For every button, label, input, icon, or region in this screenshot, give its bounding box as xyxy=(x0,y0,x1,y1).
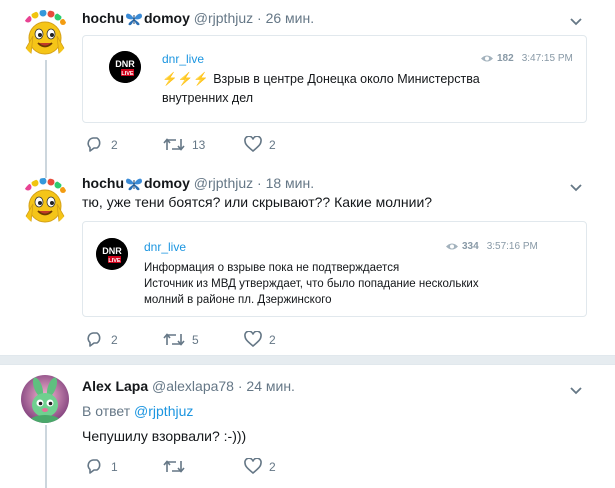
separator-dot: · xyxy=(237,378,243,394)
separator-dot: · xyxy=(257,175,262,191)
chevron-down-icon[interactable] xyxy=(569,383,583,395)
like-icon xyxy=(244,136,262,153)
retweet-icon xyxy=(163,138,185,151)
quote-author-name[interactable]: dnr_live xyxy=(144,240,186,254)
emoji-avatar xyxy=(21,178,69,226)
butterfly-icon xyxy=(126,13,142,26)
eye-icon xyxy=(481,55,493,62)
quoted-tweet[interactable]: DNR LIVE dnr_live 334 3:57:16 PM Информац… xyxy=(82,221,587,317)
display-name[interactable]: Alex Lapa xyxy=(82,378,148,394)
reply-count: 2 xyxy=(111,333,118,347)
dnr-live-logo: DNR LIVE xyxy=(96,238,128,270)
tweet-1[interactable]: hochu domoy @rjpthjuz · 26 мин. DNR LIVE … xyxy=(0,0,615,170)
chevron-down-icon[interactable] xyxy=(569,180,583,192)
tweet-text: тю, уже тени боятся? или скрывают?? Каки… xyxy=(82,194,433,210)
like-count: 2 xyxy=(269,460,276,474)
like-count: 2 xyxy=(269,138,276,152)
view-count: 334 xyxy=(462,241,479,252)
quoted-tweet[interactable]: DNR LIVE dnr_live 182 3:47:15 PM ⚡⚡⚡ Взры… xyxy=(82,35,587,123)
thread-line xyxy=(45,425,47,488)
reply-count: 2 xyxy=(111,138,118,152)
retweet-button[interactable]: 13 xyxy=(163,136,205,154)
tweet-time[interactable]: 26 мин. xyxy=(266,10,315,26)
display-name[interactable]: hochu domoy xyxy=(82,175,190,191)
svg-text:DNR: DNR xyxy=(102,246,122,256)
butterfly-icon xyxy=(126,178,142,191)
emoji-avatar xyxy=(21,10,69,58)
user-handle[interactable]: @alexlapa78 xyxy=(152,378,234,394)
quote-author-name[interactable]: dnr_live xyxy=(162,52,204,66)
reply-context: В ответ @rjpthjuz xyxy=(82,403,193,419)
retweet-icon xyxy=(163,333,185,346)
quote-meta: 334 3:57:16 PM xyxy=(445,241,538,252)
like-button[interactable]: 2 xyxy=(244,331,276,349)
retweet-count: 5 xyxy=(192,333,199,347)
reply-prefix: В ответ xyxy=(82,403,131,419)
chevron-down-icon[interactable] xyxy=(569,14,583,26)
tweet-3[interactable]: Alex Lapa @alexlapa78 · 24 мин. В ответ … xyxy=(0,365,615,488)
svg-text:LIVE: LIVE xyxy=(121,71,134,77)
reply-icon xyxy=(87,137,101,152)
like-icon xyxy=(244,458,262,475)
user-avatar[interactable] xyxy=(21,375,69,423)
tweet-header: Alex Lapa @alexlapa78 · 24 мин. xyxy=(82,378,295,394)
user-handle[interactable]: @rjpthjuz xyxy=(194,175,253,191)
quote-time: 3:57:16 PM xyxy=(486,241,538,252)
like-icon xyxy=(244,331,262,348)
reply-button[interactable]: 2 xyxy=(86,136,118,154)
user-avatar[interactable] xyxy=(21,178,69,226)
quote-meta: 182 3:47:15 PM xyxy=(480,53,573,64)
retweet-icon xyxy=(163,460,185,473)
dnr-live-logo: DNR LIVE xyxy=(109,51,141,83)
retweet-count: 13 xyxy=(192,138,206,152)
quote-text: ⚡⚡⚡ Взрыв в центре Донецка около Министе… xyxy=(162,72,480,105)
reply-button[interactable]: 1 xyxy=(86,458,118,476)
reply-icon xyxy=(87,459,101,474)
tweet-header: hochu domoy @rjpthjuz · 18 мин. xyxy=(82,175,314,191)
tweet-text: Чепушилу взорвали? :-))) xyxy=(82,428,247,444)
tweet-header: hochu domoy @rjpthjuz · 26 мин. xyxy=(82,10,314,26)
like-count: 2 xyxy=(269,333,276,347)
user-avatar[interactable] xyxy=(21,10,69,58)
separator-dot: · xyxy=(257,10,262,26)
thread-line xyxy=(45,60,47,170)
eye-icon xyxy=(446,243,458,250)
svg-text:DNR: DNR xyxy=(115,59,135,69)
view-count: 182 xyxy=(497,53,514,64)
user-handle[interactable]: @rjpthjuz xyxy=(194,10,253,26)
tweet-time[interactable]: 18 мин. xyxy=(266,175,315,191)
bunny-avatar xyxy=(21,375,69,423)
reply-mention-link[interactable]: @rjpthjuz xyxy=(134,403,193,419)
like-button[interactable]: 2 xyxy=(244,136,276,154)
tweet-time[interactable]: 24 мин. xyxy=(246,378,295,394)
reply-button[interactable]: 2 xyxy=(86,331,118,349)
reply-count: 1 xyxy=(111,460,118,474)
thread-line xyxy=(45,170,47,178)
thread-divider xyxy=(0,355,615,365)
retweet-button[interactable]: 5 xyxy=(163,331,199,349)
quote-text: Информация о взрыве пока не подтверждает… xyxy=(144,262,479,306)
like-button[interactable]: 2 xyxy=(244,458,276,476)
tweet-2[interactable]: hochu domoy @rjpthjuz · 18 мин. тю, уже т… xyxy=(0,170,615,354)
retweet-button[interactable] xyxy=(163,458,192,476)
lightning-icon: ⚡⚡⚡ xyxy=(162,72,209,86)
quote-time: 3:47:15 PM xyxy=(521,53,573,64)
display-name[interactable]: hochu domoy xyxy=(82,10,190,26)
reply-icon xyxy=(87,332,101,347)
svg-text:LIVE: LIVE xyxy=(108,258,121,264)
